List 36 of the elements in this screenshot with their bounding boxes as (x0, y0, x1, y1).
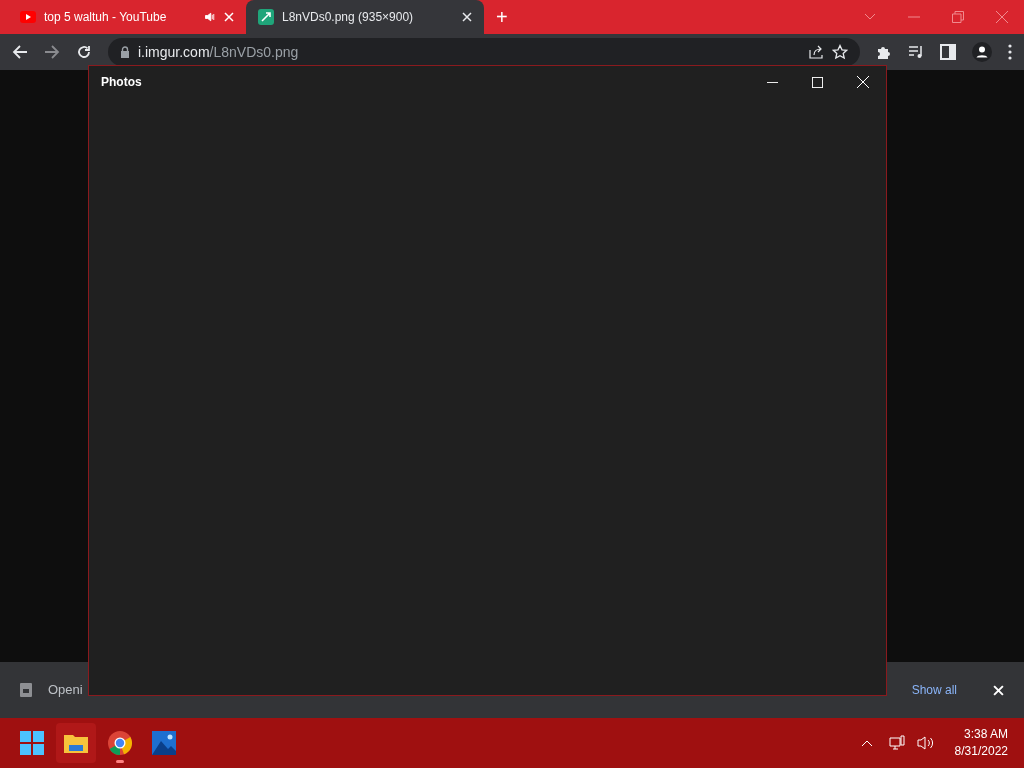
speaker-icon[interactable] (204, 11, 216, 23)
download-status: Openi (48, 681, 83, 700)
chrome-icon (108, 731, 132, 755)
url-text: i.imgur.com/L8nVDs0.png (138, 42, 300, 62)
browser-tab[interactable]: L8nVDs0.png (935×900) (246, 0, 484, 34)
puzzle-icon[interactable] (876, 44, 892, 60)
window-title: Photos (101, 74, 143, 91)
show-all-link[interactable]: Show all (911, 681, 957, 699)
file-icon (20, 683, 32, 697)
speaker-icon[interactable] (916, 735, 935, 751)
tab-title: top 5 waltuh - YouTube (44, 9, 168, 26)
back-arrow-icon[interactable] (12, 44, 28, 60)
monitor-icon[interactable] (888, 735, 905, 751)
share-icon[interactable] (808, 44, 824, 60)
music-list-icon[interactable] (908, 44, 924, 60)
chevron-up-icon[interactable] (860, 739, 873, 747)
side-panel-icon[interactable] (940, 44, 956, 60)
browser-tab[interactable]: top 5 waltuh - YouTube (8, 0, 246, 34)
maximize-icon[interactable] (812, 76, 823, 88)
reload-icon[interactable] (76, 44, 92, 60)
forward-arrow-icon[interactable] (44, 44, 60, 60)
profile-icon[interactable] (972, 42, 992, 62)
address-bar[interactable]: i.imgur.com/L8nVDs0.png (108, 38, 860, 66)
folder-icon (64, 733, 88, 753)
image-icon (258, 9, 274, 25)
play-icon (20, 11, 36, 23)
taskbar-app[interactable] (56, 723, 96, 763)
tab-title: L8nVDs0.png (935×900) (282, 9, 415, 26)
star-icon[interactable] (832, 44, 848, 60)
lock-icon (120, 46, 130, 58)
windows-logo-icon (20, 731, 44, 755)
photo-icon (152, 731, 176, 755)
clock-date: 8/31/2022 (954, 743, 1008, 760)
menu-icon[interactable] (1008, 44, 1012, 60)
new-tab-button[interactable]: + (484, 0, 520, 34)
clock-time: 3:38 AM (963, 726, 1008, 743)
